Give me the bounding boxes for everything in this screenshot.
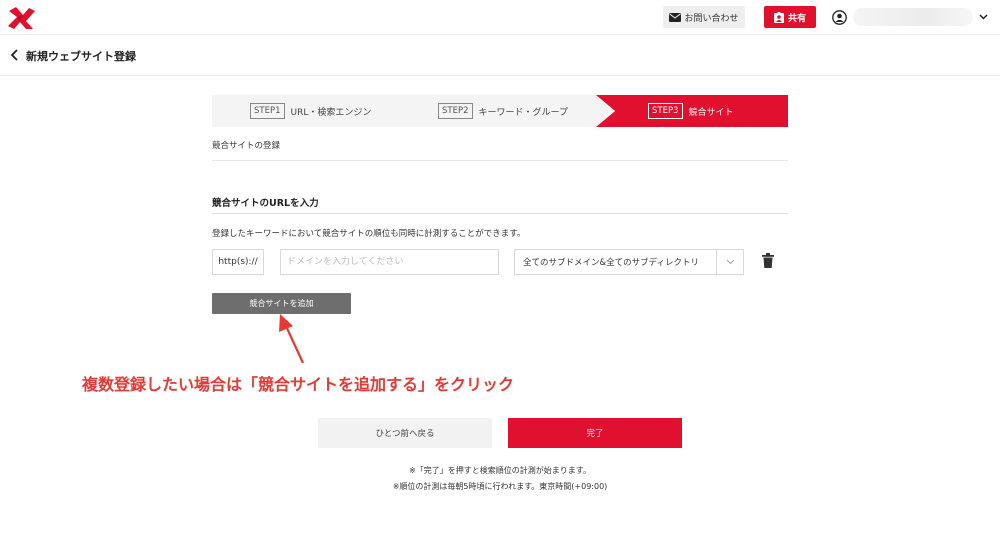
divider (212, 213, 788, 214)
share-button[interactable]: 共有 (764, 6, 816, 28)
page-title: 新規ウェブサイト登録 (26, 50, 136, 63)
annotation-text: 複数登録したい場合は「競合サイトを追加する」をクリック (82, 377, 515, 394)
add-competitor-button[interactable]: 競合サイトを追加 (212, 293, 351, 314)
share-label: 共有 (787, 13, 806, 24)
section-heading: 競合サイトのURLを入力 (212, 198, 319, 209)
domain-input[interactable] (280, 249, 499, 275)
scope-select[interactable]: 全てのサブドメイン&全てのサブディレクトリ (514, 249, 744, 275)
annotation-arrow-icon (279, 314, 304, 364)
page-subheader: 新規ウェブサイト登録 (0, 36, 1000, 76)
scope-select-value: 全てのサブドメイン&全てのサブディレクトリ (523, 258, 700, 268)
user-menu[interactable] (832, 7, 992, 27)
step-3: STEP3 競合サイト (648, 95, 734, 127)
user-name-redacted (853, 8, 973, 26)
footer-note: ※「完了」を押すと検索順位の計測が始まります。 (409, 466, 591, 475)
section-description: 登録したキーワードにおいて競合サイトの順位も同時に計測することができます。 (212, 229, 526, 239)
step-1: STEP1 URL・検索エンジン (250, 95, 371, 127)
share-badge-icon (773, 11, 784, 23)
brand-logo[interactable] (8, 7, 36, 29)
back-arrow-icon[interactable] (8, 48, 22, 62)
step-indicator: STEP1 URL・検索エンジン STEP2 キーワード・グループ STEP3 … (212, 95, 788, 127)
step-1-label: URL・検索エンジン (290, 107, 372, 118)
trash-icon[interactable] (762, 253, 774, 268)
user-avatar-icon (832, 9, 847, 25)
protocol-prefix: http(s):// (212, 249, 264, 275)
back-step-button[interactable]: ひとつ前へ戻る (318, 418, 492, 448)
app-header: お問い合わせ 共有 (0, 0, 1000, 35)
step-2-tag: STEP2 (438, 103, 473, 119)
contact-button[interactable]: お問い合わせ (663, 6, 745, 28)
step-3-tag: STEP3 (648, 103, 683, 119)
chevron-down-icon (717, 258, 743, 267)
footer-note: ※順位の計測は毎朝5時頃に行われます。東京時間(+09:00) (392, 482, 608, 491)
section-label: 競合サイトの登録 (212, 141, 281, 151)
finish-button[interactable]: 完了 (508, 418, 682, 448)
contact-label: お問い合わせ (684, 13, 739, 24)
step-1-tag: STEP1 (250, 103, 285, 119)
step-3-label: 競合サイト (688, 107, 734, 118)
step-2: STEP2 キーワード・グループ (438, 95, 568, 127)
mail-icon (669, 12, 682, 22)
chevron-down-icon (979, 14, 988, 20)
step-2-label: キーワード・グループ (478, 107, 568, 118)
divider (212, 160, 788, 161)
